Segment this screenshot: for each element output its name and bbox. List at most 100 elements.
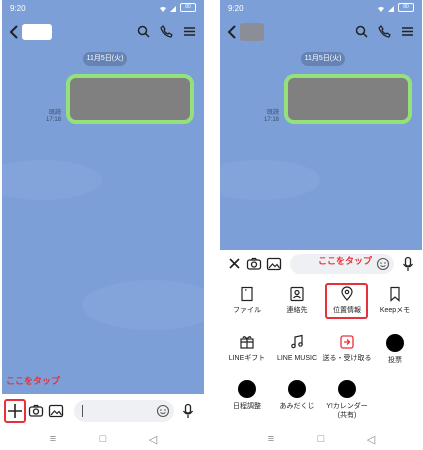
read-label: 既読 bbox=[49, 110, 62, 116]
chat-header bbox=[2, 18, 204, 46]
menu-label: LINEギフト bbox=[228, 355, 266, 362]
menu-item-line-gift[interactable]: LINEギフト bbox=[220, 334, 274, 378]
camera-icon[interactable] bbox=[246, 256, 262, 272]
text-caret bbox=[82, 405, 83, 417]
menu-label: 投票 bbox=[388, 357, 402, 364]
microphone-icon[interactable] bbox=[400, 256, 416, 272]
menu-item-y-calendar[interactable]: Y!カレンダー (共有) bbox=[320, 380, 374, 424]
file-icon bbox=[241, 286, 253, 302]
menu-item-amidakuji[interactable]: あみだくじ bbox=[270, 380, 324, 424]
date-separator: 11月5日(火) bbox=[83, 52, 127, 66]
phone-call-icon[interactable] bbox=[160, 25, 173, 38]
message-input[interactable] bbox=[74, 400, 174, 422]
menu-label: ファイル bbox=[233, 307, 261, 314]
menu-item-vote[interactable]: 投票 bbox=[368, 334, 422, 378]
tap-here-annotation: ここをタップ bbox=[318, 256, 373, 266]
menu-item-send-receive[interactable]: 送る・受け取る bbox=[320, 334, 374, 378]
back-triangle-icon[interactable]: ◁ bbox=[364, 433, 378, 446]
background-cloud bbox=[2, 160, 102, 200]
back-triangle-icon[interactable]: ◁ bbox=[146, 433, 160, 446]
home-icon[interactable]: □ bbox=[96, 433, 110, 445]
menu-item-line-music[interactable]: LINE MUSIC bbox=[270, 334, 324, 378]
status-time: 9:20 bbox=[228, 4, 244, 13]
phone-call-icon[interactable] bbox=[378, 25, 391, 38]
background-cloud bbox=[220, 160, 320, 200]
menu-icon[interactable] bbox=[183, 25, 196, 38]
wifi-icon bbox=[160, 5, 166, 12]
black-circle-icon bbox=[338, 380, 356, 398]
bookmark-icon bbox=[390, 286, 400, 302]
battery-icon: 80 bbox=[398, 3, 414, 12]
chat-name-redacted bbox=[22, 24, 52, 40]
status-bar: 9:20 80 bbox=[220, 0, 422, 16]
status-icons: 80 bbox=[160, 3, 196, 12]
status-bar: 9:20 80 bbox=[2, 0, 204, 16]
system-nav-bar: ≡ □ ◁ bbox=[2, 430, 204, 450]
plus-icon[interactable] bbox=[6, 401, 24, 421]
image-icon[interactable] bbox=[48, 403, 64, 419]
menu-label: Keepメモ bbox=[379, 307, 411, 314]
read-label: 既読 bbox=[267, 110, 280, 116]
emoji-icon[interactable] bbox=[156, 404, 170, 418]
menu-label: 連絡先 bbox=[286, 307, 308, 314]
music-note-icon bbox=[291, 334, 303, 349]
home-icon[interactable]: □ bbox=[314, 433, 328, 445]
status-time: 9:20 bbox=[10, 4, 26, 13]
message-bubble-redacted[interactable] bbox=[66, 74, 194, 124]
recent-apps-icon[interactable]: ≡ bbox=[46, 433, 60, 445]
menu-icon[interactable] bbox=[401, 25, 414, 38]
header-actions bbox=[137, 25, 196, 38]
location-pin-icon bbox=[341, 286, 353, 301]
image-icon[interactable] bbox=[266, 256, 282, 272]
read-receipt: 既読 17:18 bbox=[264, 110, 279, 124]
status-icons: 80 bbox=[378, 3, 414, 12]
message-bubble-redacted[interactable] bbox=[284, 74, 412, 124]
tap-here-annotation: ここをタップ bbox=[6, 376, 61, 386]
input-bar bbox=[2, 394, 204, 430]
recent-apps-icon[interactable]: ≡ bbox=[264, 433, 278, 445]
contact-icon bbox=[290, 286, 304, 302]
search-icon[interactable] bbox=[137, 25, 150, 38]
menu-item-contact[interactable]: 連絡先 bbox=[270, 286, 324, 330]
read-receipt: 既読 17:18 bbox=[46, 110, 61, 124]
battery-icon: 80 bbox=[180, 3, 196, 12]
microphone-icon[interactable] bbox=[180, 403, 196, 419]
send-receive-icon bbox=[340, 335, 354, 349]
gift-icon bbox=[240, 336, 254, 349]
back-arrow-icon[interactable] bbox=[226, 24, 240, 40]
signal-icon bbox=[170, 5, 176, 12]
plus-button-highlight[interactable] bbox=[4, 399, 26, 423]
date-separator: 11月5日(火) bbox=[301, 52, 345, 66]
close-icon[interactable] bbox=[228, 257, 241, 270]
menu-item-keep-memo[interactable]: Keepメモ bbox=[368, 286, 422, 330]
menu-label: 送る・受け取る bbox=[322, 355, 372, 362]
menu-label: Y!カレンダー bbox=[326, 403, 368, 410]
menu-item-schedule[interactable]: 日程調整 bbox=[220, 380, 274, 424]
menu-item-file[interactable]: ファイル bbox=[220, 286, 274, 330]
wifi-icon bbox=[378, 5, 384, 12]
menu-label: 日程調整 bbox=[233, 403, 261, 410]
black-circle-icon bbox=[288, 380, 306, 398]
black-circle-icon bbox=[238, 380, 256, 398]
read-time: 17:18 bbox=[264, 117, 280, 123]
menu-label-sub: (共有) bbox=[337, 412, 357, 419]
attachment-panel: ファイル 連絡先 位置情報 Keepメモ LINEギフト LINE MUSIC … bbox=[220, 250, 422, 430]
read-time: 17:18 bbox=[46, 117, 62, 123]
signal-icon bbox=[388, 5, 394, 12]
phone-screen-right: 9:20 80 11月5日(火) 既読 17:18 ファイル 連絡先 位置情報 … bbox=[220, 0, 422, 450]
emoji-icon[interactable] bbox=[376, 257, 390, 271]
menu-label: あみだくじ bbox=[279, 403, 315, 410]
chat-name-redacted bbox=[240, 23, 264, 41]
phone-screen-left: 9:20 80 11月5日(火) 既読 17:18 ここをタップ ≡ □ ◁ bbox=[2, 0, 204, 450]
camera-icon[interactable] bbox=[28, 403, 44, 419]
menu-label: 位置情報 bbox=[333, 307, 361, 314]
menu-item-location[interactable]: 位置情報 bbox=[320, 286, 374, 330]
back-arrow-icon[interactable] bbox=[8, 24, 22, 40]
header-actions bbox=[355, 25, 414, 38]
menu-label: LINE MUSIC bbox=[276, 355, 318, 362]
search-icon[interactable] bbox=[355, 25, 368, 38]
black-circle-icon bbox=[386, 334, 404, 352]
background-cloud bbox=[82, 280, 204, 330]
system-nav-bar: ≡ □ ◁ bbox=[220, 430, 422, 450]
chat-header bbox=[220, 18, 422, 46]
